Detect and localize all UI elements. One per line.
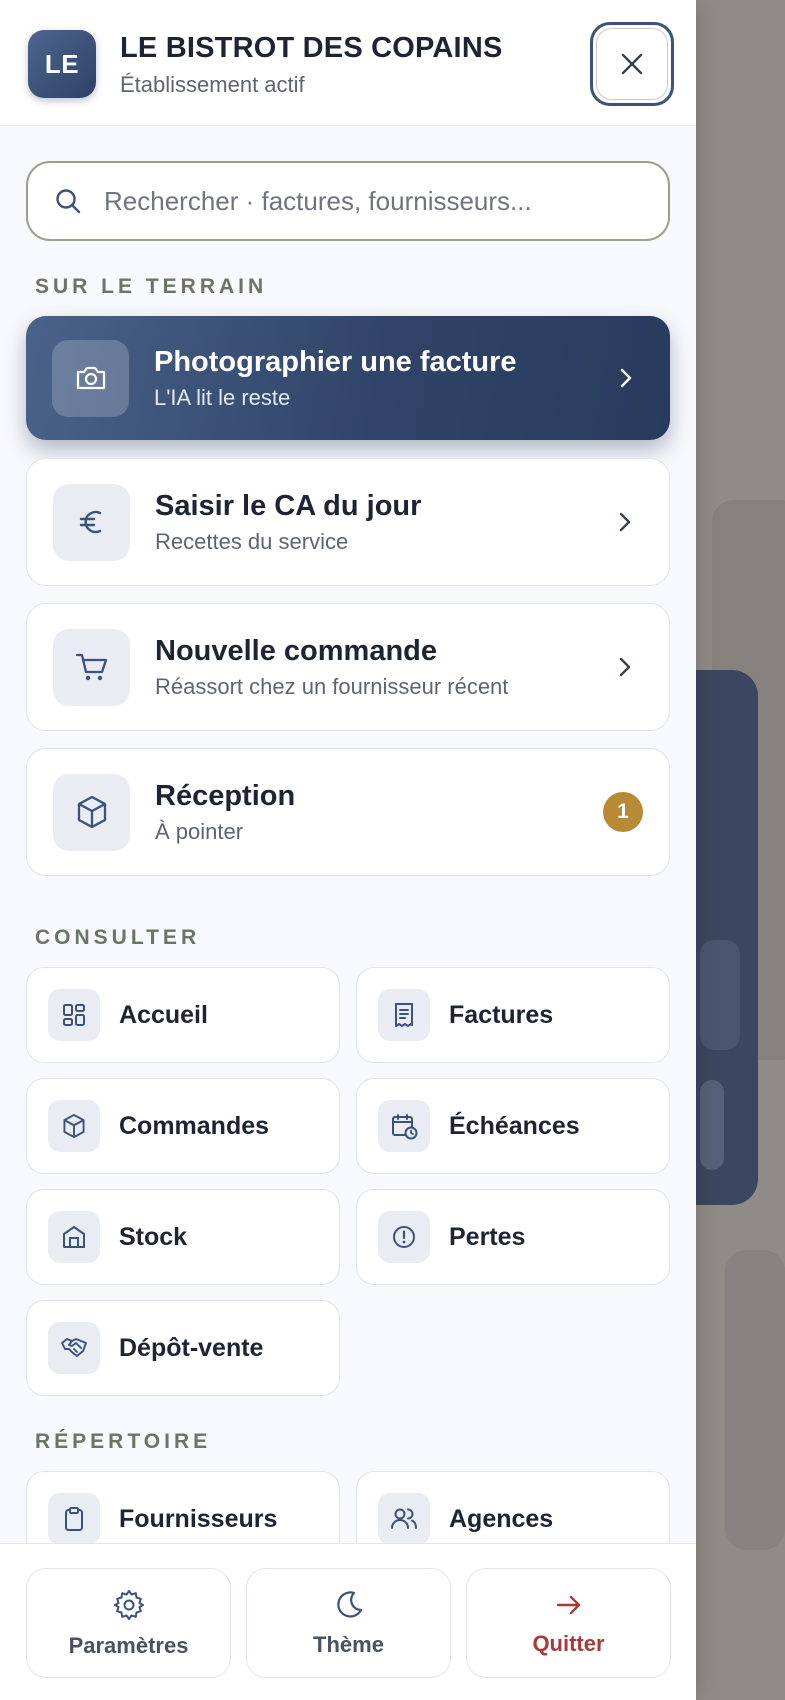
drawer-header: LE LE BISTROT DES COPAINS Établissement …: [0, 0, 696, 126]
action-text: Saisir le CA du jour Recettes du service: [155, 490, 421, 555]
settings-button[interactable]: Paramètres: [26, 1568, 231, 1678]
enter-daily-revenue-button[interactable]: Saisir le CA du jour Recettes du service: [26, 458, 670, 586]
tile-icon-box: [378, 1100, 430, 1152]
euro-icon: [79, 510, 101, 534]
warehouse-icon: [63, 1226, 85, 1248]
action-subtitle: Réassort chez un fournisseur récent: [155, 673, 509, 699]
chevron-right-icon: [619, 657, 631, 677]
search-input[interactable]: Rechercher · factures, fournisseurs...: [26, 161, 670, 241]
action-text: Réception À pointer: [155, 780, 295, 845]
action-icon-box: [52, 339, 129, 417]
tile-icon-box: [378, 1493, 430, 1545]
tile-icon-box: [48, 989, 100, 1041]
drawer-footer: Paramètres Thème Quitter: [0, 1543, 696, 1700]
tile-icon-box: [48, 1322, 100, 1374]
theme-button[interactable]: Thème: [246, 1568, 451, 1678]
calendar-clock-icon: [392, 1114, 418, 1140]
theme-label: Thème: [313, 1632, 384, 1657]
action-icon-box: [53, 628, 130, 706]
background-card: [700, 1080, 724, 1170]
action-text: Nouvelle commande Réassort chez un fourn…: [155, 635, 508, 700]
nav-item-accueil[interactable]: Accueil: [26, 967, 340, 1063]
tile-label: Stock: [119, 1222, 188, 1251]
tile-label: Pertes: [449, 1222, 526, 1251]
action-subtitle: À pointer: [155, 818, 244, 844]
tile-label: Factures: [449, 1000, 554, 1029]
cart-icon: [75, 653, 107, 681]
close-icon: [621, 53, 643, 75]
background-card: [700, 940, 740, 1050]
tile-label: Fournisseurs: [119, 1504, 278, 1533]
action-title: Photographier une facture: [154, 345, 517, 378]
pending-count-badge: 1: [603, 792, 643, 832]
tile-icon-box: [48, 1493, 100, 1545]
quit-label: Quitter: [532, 1631, 605, 1656]
nav-item-depot-vente[interactable]: Dépôt-vente: [26, 1300, 340, 1396]
search-placeholder: Rechercher · factures, fournisseurs...: [104, 185, 532, 216]
tile-label: Dépôt-vente: [119, 1333, 264, 1362]
arrow-right-icon: [556, 1595, 580, 1615]
search-icon: [56, 189, 81, 214]
tile-icon-box: [48, 1100, 100, 1152]
dashboard-icon: [63, 1004, 85, 1026]
tile-icon-box: [48, 1211, 100, 1263]
establishment-status: Établissement actif: [120, 72, 305, 97]
tile-icon-box: [378, 1211, 430, 1263]
photograph-invoice-button[interactable]: Photographier une facture L'IA lit le re…: [26, 316, 670, 440]
receipt-icon: [395, 1003, 413, 1027]
action-title: Saisir le CA du jour: [155, 489, 422, 522]
nav-item-stock[interactable]: Stock: [26, 1189, 340, 1285]
box-icon: [63, 1113, 85, 1139]
navigation-drawer: LE LE BISTROT DES COPAINS Établissement …: [0, 0, 696, 1700]
action-subtitle: L'IA lit le reste: [154, 384, 291, 410]
quit-button[interactable]: Quitter: [466, 1568, 671, 1678]
camera-icon: [76, 366, 105, 390]
action-icon-box: [53, 773, 130, 851]
action-subtitle: Recettes du service: [155, 528, 349, 554]
box-icon: [77, 795, 106, 829]
action-title: Réception: [155, 779, 296, 812]
nav-item-commandes[interactable]: Commandes: [26, 1078, 340, 1174]
action-title: Nouvelle commande: [155, 634, 438, 667]
chevron-right-icon: [619, 512, 631, 532]
users-icon: [391, 1508, 417, 1529]
gear-icon: [113, 1590, 144, 1620]
tile-label: Échéances: [449, 1111, 580, 1140]
section-field-title: SUR LE TERRAIN: [35, 275, 268, 298]
clipboard-icon: [65, 1507, 83, 1531]
close-button-inner: [596, 28, 668, 100]
nav-item-factures[interactable]: Factures: [356, 967, 670, 1063]
section-directory-title: RÉPERTOIRE: [35, 1430, 212, 1453]
tile-icon-box: [378, 989, 430, 1041]
action-icon-box: [53, 483, 130, 561]
close-button[interactable]: [590, 22, 674, 106]
moon-icon: [336, 1591, 362, 1618]
action-text: Photographier une facture L'IA lit le re…: [154, 346, 517, 411]
tile-label: Agences: [449, 1504, 554, 1533]
section-consult-title: CONSULTER: [35, 926, 201, 949]
handshake-icon: [61, 1338, 87, 1357]
nav-item-echeances[interactable]: Échéances: [356, 1078, 670, 1174]
nav-item-pertes[interactable]: Pertes: [356, 1189, 670, 1285]
new-order-button[interactable]: Nouvelle commande Réassort chez un fourn…: [26, 603, 670, 731]
reception-button[interactable]: Réception À pointer 1: [26, 748, 670, 876]
alert-circle-icon: [393, 1226, 415, 1248]
tile-label: Accueil: [119, 1000, 208, 1029]
settings-label: Paramètres: [68, 1633, 189, 1658]
establishment-name: LE BISTROT DES COPAINS: [120, 32, 503, 64]
background-card: [725, 1250, 785, 1550]
tile-label: Commandes: [119, 1111, 270, 1140]
chevron-right-icon: [620, 368, 632, 388]
establishment-avatar: LE: [28, 30, 96, 98]
